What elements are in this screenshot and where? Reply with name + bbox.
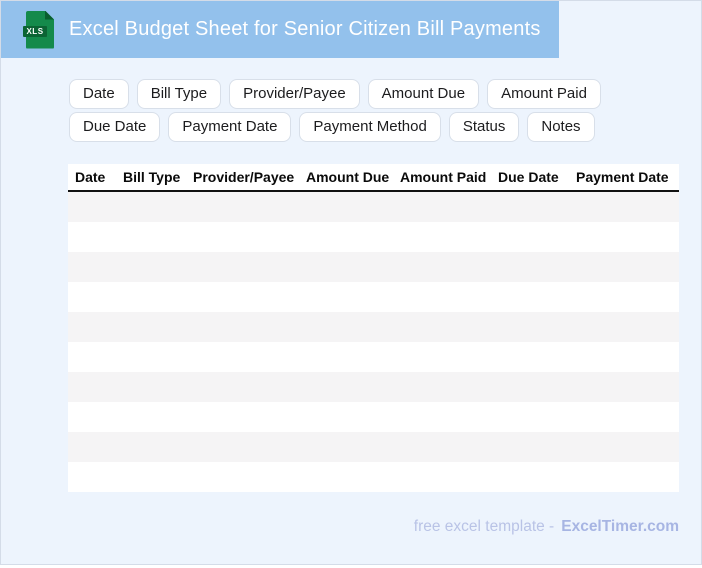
table-row xyxy=(68,192,679,222)
footer: free excel template - ExcelTimer.com xyxy=(414,518,679,536)
chip-date[interactable]: Date xyxy=(69,79,129,109)
column-header-provider-payee: Provider/Payee xyxy=(193,169,295,185)
table-row xyxy=(68,222,679,252)
column-header-payment-date: Payment Date xyxy=(576,169,669,185)
table-row xyxy=(68,312,679,342)
chip-provider-payee[interactable]: Provider/Payee xyxy=(229,79,360,109)
chip-status[interactable]: Status xyxy=(448,112,520,142)
chip-due-date[interactable]: Due Date xyxy=(69,112,161,142)
chip-amount-due[interactable]: Amount Due xyxy=(367,79,480,109)
table-header-row: Date Bill Type Provider/Payee Amount Due Amo… xyxy=(68,164,679,192)
field-chips: Date Bill Type Provider/Payee Amount Due Amo… xyxy=(69,79,645,142)
title-bar: XLS Excel Budget Sheet for Senior Citize… xyxy=(1,1,559,58)
screenshot-canvas: XLS Excel Budget Sheet for Senior Citize… xyxy=(0,0,702,568)
column-header-bill-type: Bill Type xyxy=(123,169,181,185)
column-header-amount-paid: Amount Paid xyxy=(400,169,487,185)
chip-payment-method[interactable]: Payment Method xyxy=(299,112,441,142)
table-row xyxy=(68,372,679,402)
table-row xyxy=(68,462,679,492)
chip-notes[interactable]: Notes xyxy=(527,112,595,142)
bills-table: Date Bill Type Provider/Payee Amount Due Amo… xyxy=(68,164,679,492)
xls-label: XLS xyxy=(23,25,47,37)
xls-file-icon: XLS xyxy=(23,10,54,49)
table-row xyxy=(68,282,679,312)
page-title: Excel Budget Sheet for Senior Citizen Bi… xyxy=(69,18,541,40)
column-header-due-date: Due Date xyxy=(498,169,559,185)
table-row xyxy=(68,402,679,432)
column-header-date: Date xyxy=(75,169,106,185)
chip-bill-type[interactable]: Bill Type xyxy=(136,79,222,109)
table-body xyxy=(68,192,679,492)
chip-amount-paid[interactable]: Amount Paid xyxy=(487,79,601,109)
folded-corner xyxy=(45,10,54,20)
table-row xyxy=(68,252,679,282)
footer-caption: free excel template - xyxy=(413,518,555,535)
footer-brand-link[interactable]: ExcelTimer.com xyxy=(561,518,679,535)
page-background: XLS Excel Budget Sheet for Senior Citize… xyxy=(0,0,702,565)
chip-payment-date[interactable]: Payment Date xyxy=(168,112,292,142)
table-row xyxy=(68,432,679,462)
column-header-amount-due: Amount Due xyxy=(306,169,390,185)
table-row xyxy=(68,342,679,372)
